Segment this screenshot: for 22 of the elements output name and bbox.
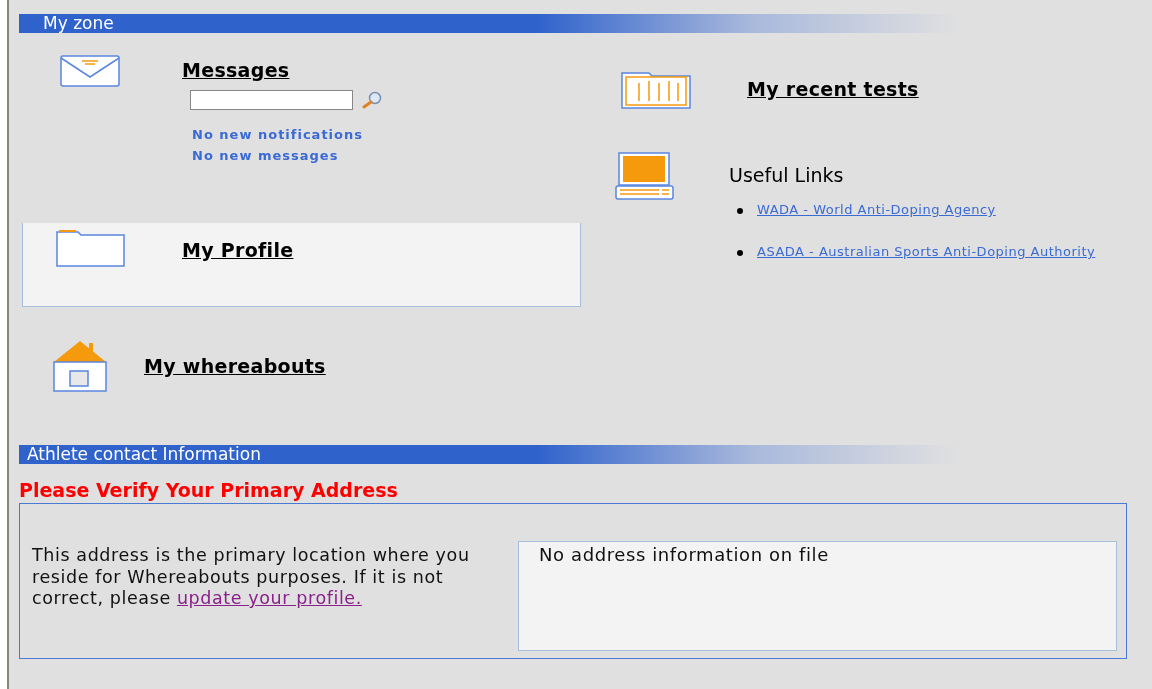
recent-tests-link[interactable]: My recent tests <box>747 78 919 100</box>
external-link[interactable]: ASADA - Australian Sports Anti-Doping Authority <box>757 244 1096 260</box>
address-box: No address information on file <box>518 541 1117 651</box>
description-text: This address is the primary location where you reside for Whereabouts purposes. If it is not correct, please update your profile. <box>32 544 471 610</box>
house-icon <box>52 340 108 392</box>
useful-links-heading: Useful Links <box>729 164 845 186</box>
search-field[interactable] <box>190 90 353 110</box>
external-link[interactable]: WADA - World Anti-Doping Agency <box>757 202 996 218</box>
notification-link[interactable]: No new notifications <box>192 124 363 145</box>
warning-heading: Please Verify Your Primary Address <box>19 479 399 501</box>
file-folder-icon <box>621 69 691 109</box>
folder-icon <box>56 227 126 267</box>
bullet-icon <box>737 208 743 214</box>
update-profile-link[interactable]: update your profile. <box>176 588 362 608</box>
messages-link[interactable]: Messages <box>182 59 290 81</box>
computer-icon <box>615 152 675 200</box>
whereabouts-link[interactable]: My whereabouts <box>144 355 326 377</box>
search-icon[interactable] <box>361 91 383 109</box>
bullet-icon <box>737 250 743 256</box>
notification-link[interactable]: No new messages <box>192 145 339 166</box>
envelope-icon <box>60 55 120 87</box>
profile-link[interactable]: My Profile <box>182 239 294 261</box>
